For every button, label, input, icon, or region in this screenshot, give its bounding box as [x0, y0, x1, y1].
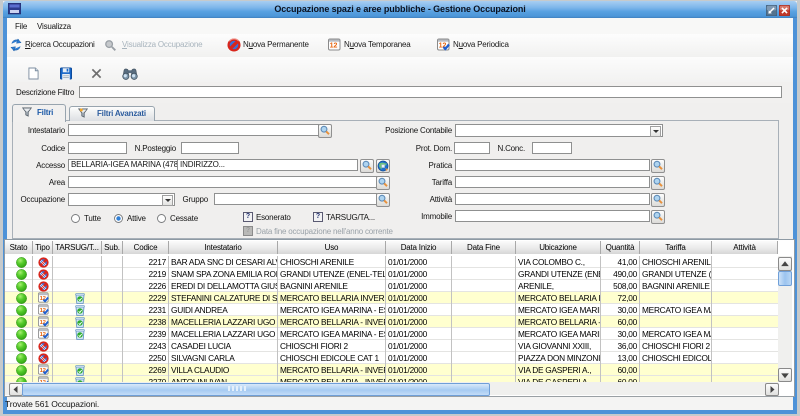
svg-text:12: 12	[330, 43, 338, 50]
